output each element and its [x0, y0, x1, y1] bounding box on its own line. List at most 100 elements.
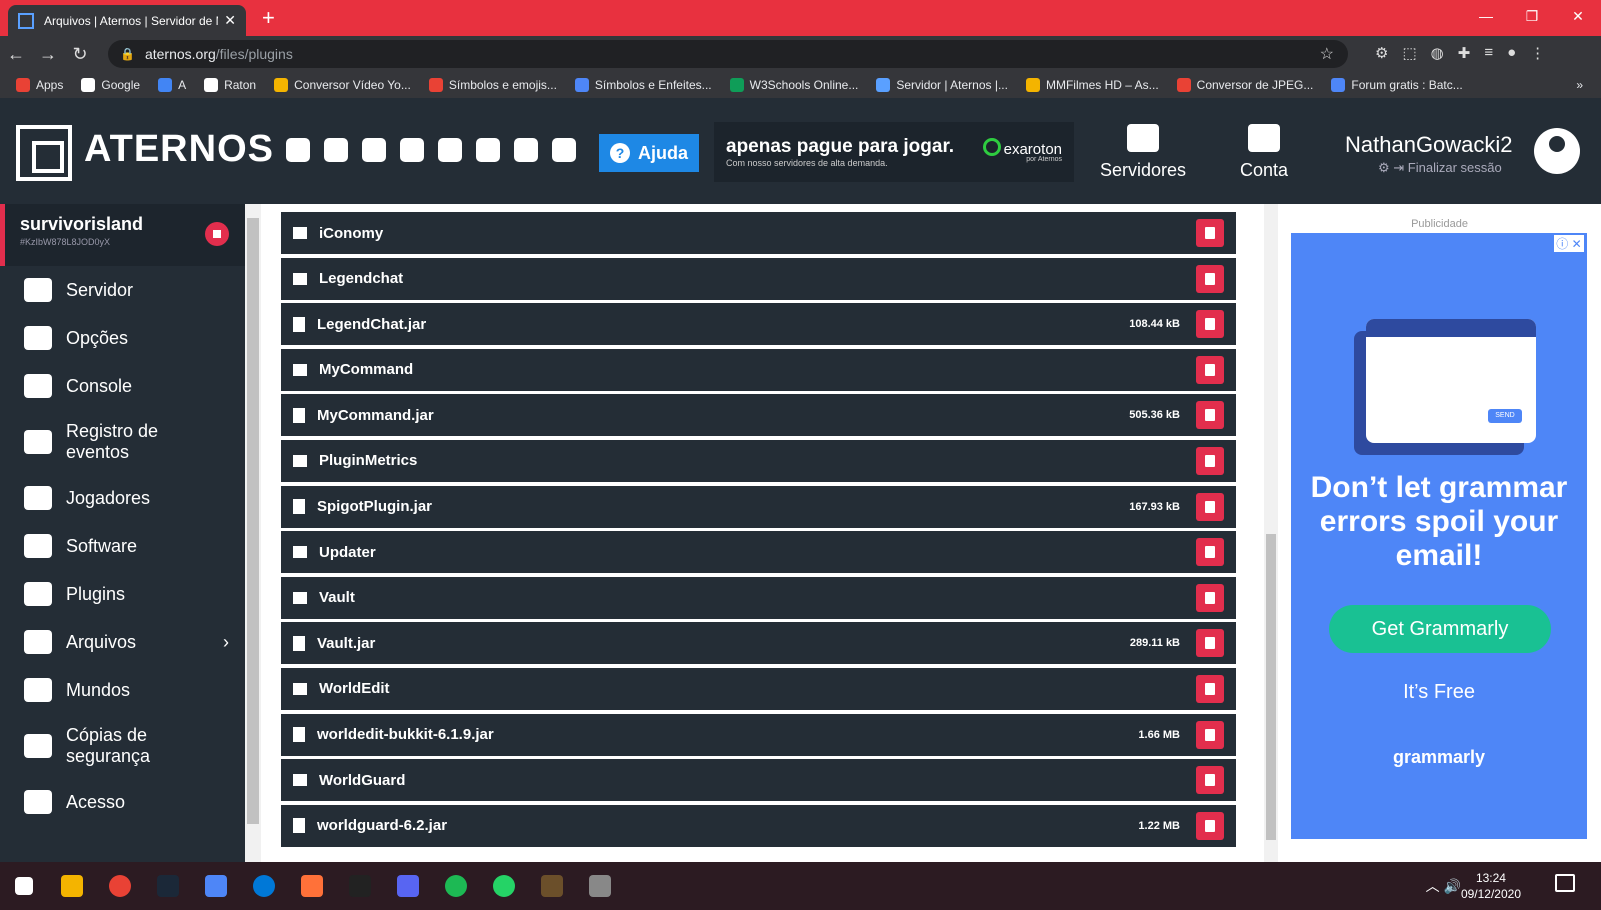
edge-icon[interactable]	[240, 862, 288, 910]
firefox-icon[interactable]	[288, 862, 336, 910]
main-scroll-thumb[interactable]	[1266, 534, 1276, 840]
aternos-logo-icon[interactable]	[16, 125, 72, 181]
whatsapp-icon[interactable]	[480, 862, 528, 910]
sidebar-scroll-thumb[interactable]	[247, 218, 259, 824]
globe-extension-icon[interactable]: ◍	[1431, 44, 1444, 62]
file-row[interactable]: worldguard-6.2.jar 1.22 MB	[281, 804, 1236, 847]
file-row[interactable]: WorldGuard	[281, 759, 1236, 802]
spotify-icon[interactable]	[432, 862, 480, 910]
bookmark-item[interactable]: MMFilmes HD – As...	[1025, 78, 1159, 92]
file-row[interactable]: Vault	[281, 576, 1236, 619]
epic-games-icon[interactable]	[336, 862, 384, 910]
help-button[interactable]: ? Ajuda	[599, 134, 699, 172]
back-icon[interactable]: ←	[0, 44, 32, 65]
file-row[interactable]: Updater	[281, 531, 1236, 574]
delete-button[interactable]	[1196, 629, 1224, 658]
bookmark-item[interactable]: Google	[81, 78, 140, 92]
instagram-icon[interactable]	[400, 138, 424, 162]
avatar[interactable]	[1534, 128, 1580, 174]
sidebar-item-globe[interactable]: Mundos	[0, 666, 245, 714]
exaroton-banner[interactable]: apenas pague para jogar. Com nosso servi…	[714, 122, 1074, 182]
file-row[interactable]: MyCommand.jar 505.36 kB	[281, 394, 1236, 437]
twitter-icon[interactable]	[286, 138, 310, 162]
minimize-icon[interactable]: —	[1463, 0, 1509, 32]
server-card[interactable]: survivorisland #KzIbW878L8JOD0yX	[0, 204, 245, 266]
reddit-icon[interactable]	[438, 138, 462, 162]
delete-button[interactable]	[1196, 583, 1224, 612]
servers-nav[interactable]: Servidores	[1100, 124, 1186, 181]
close-window-icon[interactable]: ✕	[1555, 0, 1601, 32]
file-row[interactable]: worldedit-bukkit-6.1.9.jar 1.66 MB	[281, 713, 1236, 756]
sidebar-item-power[interactable]: Servidor	[0, 266, 245, 314]
sidebar-item-puzzle[interactable]: Plugins	[0, 570, 245, 618]
delete-button[interactable]	[1196, 355, 1224, 384]
logout-link[interactable]: ⚙ ⇥ Finalizar sessão	[1378, 160, 1502, 176]
file-row[interactable]: SpigotPlugin.jar 167.93 kB	[281, 485, 1236, 528]
store-icon[interactable]	[192, 862, 240, 910]
bookmark-item[interactable]: Servidor | Aternos |...	[876, 78, 1008, 92]
discord-icon[interactable]	[384, 862, 432, 910]
minecraft-icon[interactable]	[528, 862, 576, 910]
screen-extension-icon[interactable]: ⬚	[1402, 44, 1416, 62]
profile-icon[interactable]: ●	[1507, 44, 1516, 62]
ad-choices-icon[interactable]: ⓘ ✕	[1554, 235, 1584, 252]
sidebar-item-gears[interactable]: Software	[0, 522, 245, 570]
bookmark-item[interactable]: Apps	[16, 78, 63, 92]
delete-button[interactable]	[1196, 219, 1224, 247]
bookmark-item[interactable]: Símbolos e Enfeites...	[574, 78, 712, 92]
youtube-icon[interactable]	[362, 138, 386, 162]
delete-button[interactable]	[1196, 492, 1224, 521]
file-row[interactable]: iConomy	[281, 212, 1236, 254]
delete-button[interactable]	[1196, 310, 1224, 339]
sidebar-item-users[interactable]: Jogadores	[0, 474, 245, 522]
sidebar-item-sliders[interactable]: Opções	[0, 314, 245, 362]
delete-button[interactable]	[1196, 446, 1224, 475]
grammarly-ad[interactable]: ⓘ ✕ SEND Don’t let grammar errors spoil …	[1291, 233, 1587, 839]
bookmark-item[interactable]: Conversor de JPEG...	[1176, 78, 1313, 92]
restore-icon[interactable]: ❐	[1509, 0, 1555, 32]
settings-extension-icon[interactable]: ⚙	[1375, 44, 1388, 62]
reload-icon[interactable]: ↻	[64, 44, 96, 65]
file-row[interactable]: PluginMetrics	[281, 439, 1236, 482]
support-icon[interactable]	[514, 138, 538, 162]
account-nav[interactable]: Conta	[1240, 124, 1288, 181]
delete-button[interactable]	[1196, 264, 1224, 293]
file-explorer-icon[interactable]	[48, 862, 96, 910]
facebook-icon[interactable]	[324, 138, 348, 162]
get-grammarly-button[interactable]: Get Grammarly	[1329, 605, 1551, 653]
bookmark-item[interactable]: Forum gratis : Batc...	[1331, 78, 1463, 92]
close-tab-icon[interactable]: ✕	[224, 12, 236, 29]
paint-icon[interactable]	[576, 862, 624, 910]
bookmark-item[interactable]: A	[158, 78, 186, 92]
notifications-icon[interactable]	[1555, 874, 1575, 892]
delete-button[interactable]	[1196, 401, 1224, 430]
start-icon[interactable]	[0, 862, 48, 910]
brand-name[interactable]: ATERNOS	[84, 128, 274, 171]
sidebar-item-document[interactable]: Registro de eventos	[0, 410, 245, 474]
chrome-icon[interactable]	[96, 862, 144, 910]
delete-button[interactable]	[1196, 766, 1224, 795]
bookmark-item[interactable]: Raton	[204, 78, 256, 92]
file-row[interactable]: LegendChat.jar 108.44 kB	[281, 303, 1236, 346]
sidebar-item-terminal[interactable]: Console	[0, 362, 245, 410]
delete-button[interactable]	[1196, 674, 1224, 703]
bookmarks-overflow-icon[interactable]: »	[1576, 78, 1583, 92]
puzzle-extension-icon[interactable]: ✚	[1458, 44, 1471, 62]
forward-icon[interactable]: →	[32, 44, 64, 65]
github-icon[interactable]	[552, 138, 576, 162]
delete-button[interactable]	[1196, 720, 1224, 749]
bookmark-star-icon[interactable]: ☆	[1320, 44, 1334, 64]
media-icon[interactable]: ≡	[1484, 44, 1493, 62]
url-field[interactable]: 🔒 aternos.org/files/plugins ☆	[108, 40, 1348, 68]
steam-icon[interactable]	[144, 862, 192, 910]
clock[interactable]: 13:24 09/12/2020	[1461, 870, 1521, 902]
menu-icon[interactable]: ⋮	[1530, 44, 1545, 62]
bookmark-item[interactable]: Símbolos e emojis...	[428, 78, 557, 92]
sidebar-item-history[interactable]: Cópias de segurança	[0, 714, 245, 778]
server-stop-icon[interactable]	[205, 222, 229, 246]
sidebar-scrollbar[interactable]	[245, 204, 261, 862]
browser-tab[interactable]: Arquivos | Aternos | Servidor de M ✕	[8, 5, 246, 36]
bookmark-item[interactable]: W3Schools Online...	[729, 78, 858, 92]
file-row[interactable]: Vault.jar 289.11 kB	[281, 622, 1236, 665]
discord-icon[interactable]	[476, 138, 500, 162]
